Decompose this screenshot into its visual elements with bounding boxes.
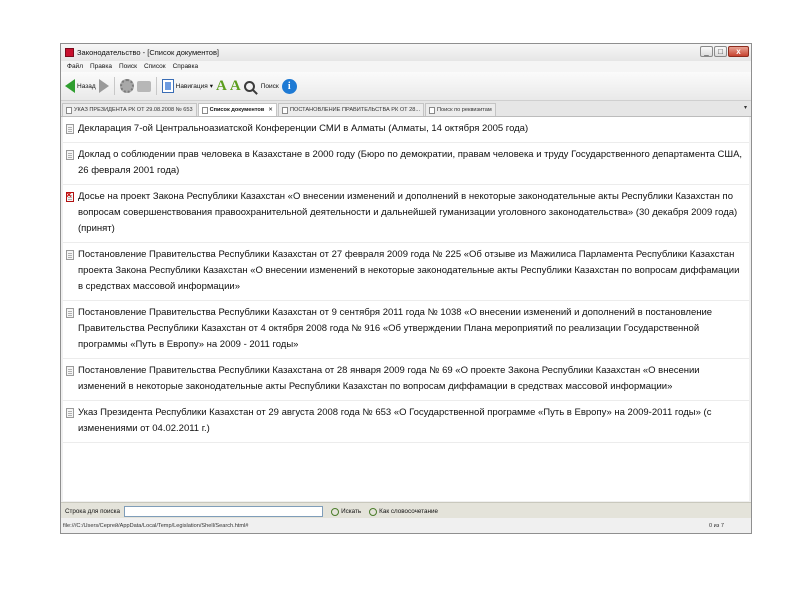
menu-edit[interactable]: Правка	[90, 63, 112, 70]
window-title: Законодательство - [Список документов]	[77, 48, 220, 57]
app-logo-icon	[65, 48, 74, 57]
tab-list-dropdown[interactable]: ▾	[744, 104, 747, 111]
document-link[interactable]: Постановление Правительства Республики К…	[78, 363, 745, 395]
tab-resolution[interactable]: ПОСТАНОВЛЕНИЕ ПРАВИТЕЛЬСТВА РК ОТ 28...	[277, 103, 425, 116]
list-item: Указ Президента Республики Казахстан от …	[63, 401, 749, 443]
list-item: Доклад о соблюдении прав человека в Каза…	[63, 143, 749, 185]
menu-help[interactable]: Справка	[173, 63, 199, 70]
invalid-document-icon	[66, 188, 74, 204]
close-button[interactable]: x	[728, 46, 749, 57]
document-link[interactable]: Доклад о соблюдении прав человека в Каза…	[78, 147, 745, 179]
navigation-button[interactable]: Навигация ▾	[161, 79, 214, 93]
back-label: Назад	[77, 82, 96, 90]
status-path: file:///C:/Users/Сергей/AppData/Local/Te…	[63, 522, 249, 529]
menu-bar: Файл Правка Поиск Список Справка	[61, 61, 751, 72]
status-bar: file:///C:/Users/Сергей/AppData/Local/Te…	[61, 518, 751, 533]
navigation-label: Навигация	[175, 82, 208, 90]
search-field-label: Строка для поиска	[65, 508, 121, 515]
document-icon	[66, 250, 74, 260]
toolbar-separator	[113, 77, 115, 95]
document-icon	[281, 106, 288, 114]
tab-label: Поиск по реквизитам	[437, 107, 492, 113]
font-decrease-icon: A	[229, 78, 241, 94]
info-icon: i	[281, 78, 297, 94]
font-decrease-button[interactable]: A	[229, 78, 241, 94]
search-input[interactable]	[124, 506, 324, 517]
document-link[interactable]: Декларация 7-ой Центральноазиатской Конф…	[78, 121, 745, 137]
toolbar-separator	[155, 77, 157, 95]
tab-label: УКАЗ ПРЕЗИДЕНТА РК ОТ 29.08.2008 № 653	[74, 107, 193, 113]
minimize-button[interactable]: _	[700, 46, 713, 57]
document-list: Декларация 7-ой Центральноазиатской Конф…	[63, 117, 749, 501]
search-label: Поиск	[260, 82, 279, 90]
menu-list[interactable]: Список	[144, 63, 166, 70]
list-item: Декларация 7-ой Центральноазиатской Конф…	[63, 117, 749, 143]
document-link[interactable]: Досье на проект Закона Республики Казахс…	[78, 189, 745, 237]
back-button[interactable]: Назад	[65, 79, 96, 93]
tab-label: Список документов	[209, 107, 265, 113]
tab-label: ПОСТАНОВЛЕНИЕ ПРАВИТЕЛЬСТВА РК ОТ 28...	[289, 107, 421, 113]
print-icon	[136, 80, 151, 92]
tab-close-icon[interactable]: ✕	[268, 107, 273, 113]
document-icon	[66, 124, 74, 134]
list-item: Постановление Правительства Республики К…	[63, 243, 749, 301]
font-increase-button[interactable]: A	[216, 78, 227, 94]
document-icon	[66, 106, 72, 114]
info-button[interactable]: i	[281, 78, 297, 94]
search-icon	[243, 80, 255, 92]
forward-arrow-icon	[98, 79, 109, 93]
search-icon	[369, 507, 378, 516]
back-arrow-icon	[65, 79, 75, 93]
settings-icon	[119, 79, 134, 93]
print-button[interactable]	[136, 80, 151, 92]
font-increase-icon: A	[216, 78, 227, 94]
document-icon	[66, 150, 74, 160]
phrase-search-button[interactable]: Как словосочетание	[369, 507, 438, 516]
menu-file[interactable]: Файл	[67, 63, 83, 70]
settings-button[interactable]	[119, 79, 134, 93]
list-item: Постановление Правительства Республики К…	[63, 359, 749, 401]
menu-search[interactable]: Поиск	[119, 63, 137, 70]
document-link[interactable]: Постановление Правительства Республики К…	[78, 305, 745, 353]
document-icon	[66, 366, 74, 376]
tab-search-by-details[interactable]: Поиск по реквизитам	[425, 103, 496, 116]
search-icon	[331, 507, 340, 516]
document-icon	[201, 106, 208, 114]
toolbar: Назад Навигация ▾ A A Поиск i	[61, 72, 751, 101]
list-item: Постановление Правительства Республики К…	[63, 301, 749, 359]
tab-decree[interactable]: УКАЗ ПРЕЗИДЕНТА РК ОТ 29.08.2008 № 653	[62, 103, 197, 116]
tab-strip: УКАЗ ПРЕЗИДЕНТА РК ОТ 29.08.2008 № 653 С…	[61, 101, 751, 117]
forward-button[interactable]	[98, 79, 109, 93]
chevron-down-icon: ▾	[209, 83, 214, 90]
document-link[interactable]: Указ Президента Республики Казахстан от …	[78, 405, 745, 437]
app-window: Законодательство - [Список документов] _…	[60, 43, 752, 534]
find-button[interactable]: Искать	[331, 507, 362, 516]
search-button[interactable]: Поиск	[243, 80, 279, 92]
document-icon	[66, 308, 74, 318]
find-label: Искать	[341, 508, 362, 515]
list-item: Досье на проект Закона Республики Казахс…	[63, 185, 749, 243]
document-icon	[429, 106, 436, 114]
phrase-label: Как словосочетание	[379, 508, 438, 515]
tab-document-list[interactable]: Список документов ✕	[197, 103, 277, 116]
status-count: 0 из 7	[708, 522, 724, 529]
document-link[interactable]: Постановление Правительства Республики К…	[78, 247, 745, 295]
document-icon	[66, 408, 74, 418]
title-bar: Законодательство - [Список документов] _…	[61, 44, 751, 61]
navigation-icon	[161, 79, 174, 93]
maximize-button[interactable]: □	[714, 46, 727, 57]
